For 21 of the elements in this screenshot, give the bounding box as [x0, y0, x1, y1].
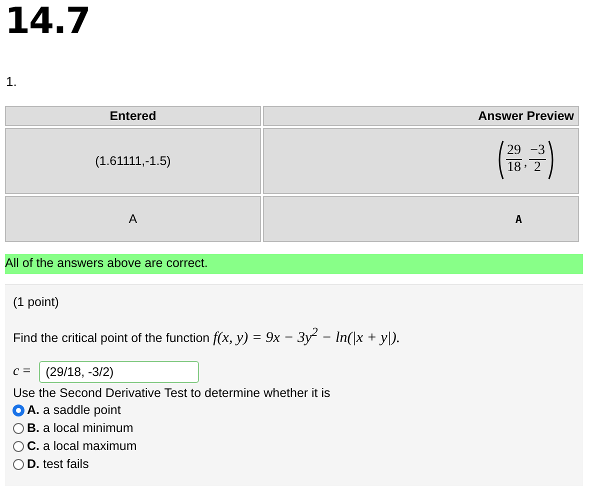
table-cell: (1.61111,-1.5) — [5, 128, 261, 194]
choice-label[interactable]: D. test fails — [27, 457, 89, 471]
function-formula: f(x, y) = 9x − 3y$^{2}$ − ln(|x + y|). — [213, 330, 400, 346]
choice-label[interactable]: B. a local minimum — [27, 421, 134, 435]
answer-label: c = — [13, 364, 31, 380]
comma: , — [524, 154, 528, 170]
problem-prompt: Find the critical point of the function — [13, 331, 210, 345]
table-cell: A — [5, 196, 261, 242]
instruction-text: Use the Second Derivative Test to determine whether it is — [13, 386, 332, 400]
page-title: 14.7 — [5, 0, 91, 42]
choice-label[interactable]: C. a local maximum — [27, 439, 137, 453]
column-header: Answer Preview — [262, 106, 579, 126]
fraction: −3 2 — [529, 143, 546, 176]
answer-field[interactable]: (29/18, -3/2) — [38, 361, 199, 383]
fraction: 29 18 — [506, 143, 522, 176]
column-header: Entered — [5, 106, 261, 126]
feedback-banner: All of the answers above are correct. — [5, 254, 583, 274]
choice-label[interactable]: A. a saddle point — [27, 403, 121, 417]
points-text: (1 point) — [13, 295, 60, 309]
preview-letter: A — [515, 213, 522, 226]
problem-number: 1. — [6, 74, 18, 91]
